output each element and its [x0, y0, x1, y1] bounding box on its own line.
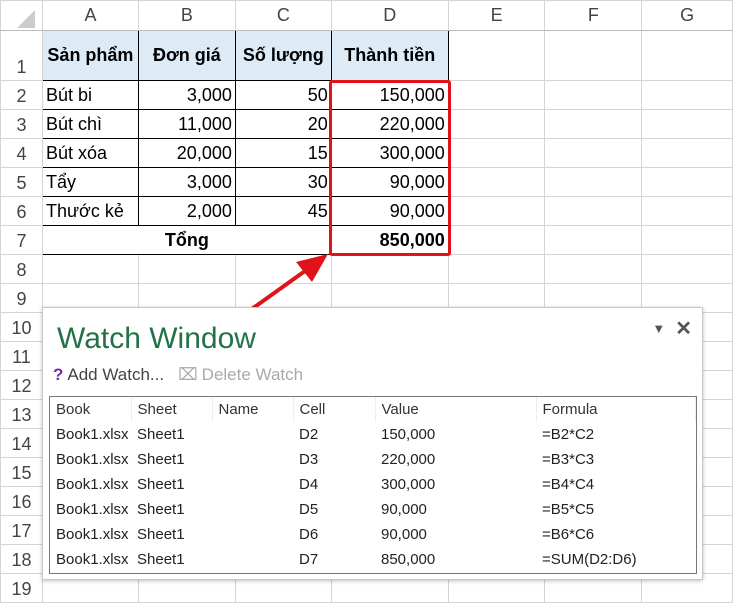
watch-cell: Book1.xlsx	[56, 476, 129, 493]
watch-row[interactable]: Book1.xlsx Sheet1 D2 150,000 =B2*C2	[50, 422, 696, 447]
watch-cell	[212, 522, 293, 547]
watch-cell: D6	[299, 526, 319, 543]
watch-cell: Book1.xlsx	[56, 451, 129, 468]
watch-cell: Sheet1	[137, 526, 185, 543]
watch-cell: Book1.xlsx	[56, 526, 129, 543]
watch-column-header[interactable]: Cell	[293, 397, 376, 422]
watch-cell: D2	[299, 426, 319, 443]
delete-watch-label: Delete Watch	[201, 365, 304, 384]
watch-row[interactable]: Book1.xlsx Sheet1 D7 850,000 =SUM(D2:D6)	[50, 547, 696, 572]
watch-cell: 90,000	[381, 501, 427, 518]
watch-column-header[interactable]: Sheet	[131, 397, 213, 422]
watch-column-header[interactable]: Formula	[536, 397, 696, 422]
add-watch-label: Add Watch...	[67, 365, 165, 384]
add-watch-button[interactable]: ? Add Watch...	[53, 365, 164, 385]
watch-cell: =B4*C4	[542, 476, 595, 493]
watch-cell: D4	[299, 476, 319, 493]
watch-cell: 90,000	[381, 526, 427, 543]
watch-cell: =B6*C6	[542, 526, 595, 543]
close-icon[interactable]: ✕	[675, 316, 692, 341]
watch-row[interactable]: Book1.xlsx Sheet1 D3 220,000 =B3*C3	[50, 447, 696, 472]
watch-row[interactable]: Book1.xlsx Sheet1 D5 90,000 =B5*C5	[50, 497, 696, 522]
watch-cell: 850,000	[381, 551, 436, 568]
watch-column-header[interactable]: Name	[212, 397, 294, 422]
watch-row[interactable]: Book1.xlsx Sheet1 D4 300,000 =B4*C4	[50, 472, 696, 497]
watch-window-title: Watch Window	[57, 322, 256, 355]
watch-cell: 220,000	[381, 451, 436, 468]
dropdown-icon[interactable]: ▼	[652, 321, 665, 336]
watch-cell: D3	[299, 451, 319, 468]
watch-cell	[212, 497, 293, 522]
delete-watch-icon: ⌧	[178, 365, 198, 384]
watch-cell: Book1.xlsx	[56, 501, 129, 518]
watch-cell: Sheet1	[137, 501, 185, 518]
watch-row[interactable]: Book1.xlsx Sheet1 D6 90,000 =B6*C6	[50, 522, 696, 547]
watch-column-header[interactable]: Book	[50, 397, 132, 422]
watch-cell: Book1.xlsx	[56, 426, 129, 443]
watch-cell: Book1.xlsx	[56, 551, 129, 568]
add-watch-icon: ?	[53, 365, 64, 384]
watch-cell: Sheet1	[137, 426, 185, 443]
watch-cell: =B3*C3	[542, 451, 595, 468]
watch-cell: 150,000	[381, 426, 436, 443]
watch-cell: Sheet1	[137, 451, 185, 468]
watch-cell: D5	[299, 501, 319, 518]
delete-watch-button[interactable]: ⌧ Delete Watch	[178, 365, 303, 385]
watch-cell	[212, 447, 293, 472]
watch-window[interactable]: Watch Window ▼ ✕ ? Add Watch... ⌧ Delete…	[42, 307, 703, 580]
watch-cell: Sheet1	[137, 551, 185, 568]
watch-list[interactable]: Book Sheet Name Cell Value Formula Book1.xlsx…	[49, 396, 697, 574]
watch-cell	[212, 422, 293, 447]
watch-cell: =SUM(D2:D6)	[542, 551, 637, 568]
watch-cell: =B2*C2	[542, 426, 595, 443]
watch-cell: =B5*C5	[542, 501, 595, 518]
watch-column-header[interactable]: Value	[375, 397, 537, 422]
watch-cell	[212, 472, 293, 497]
watch-cell	[212, 547, 293, 572]
watch-cell: Sheet1	[137, 476, 185, 493]
watch-cell: 300,000	[381, 476, 436, 493]
watch-cell: D7	[299, 551, 319, 568]
